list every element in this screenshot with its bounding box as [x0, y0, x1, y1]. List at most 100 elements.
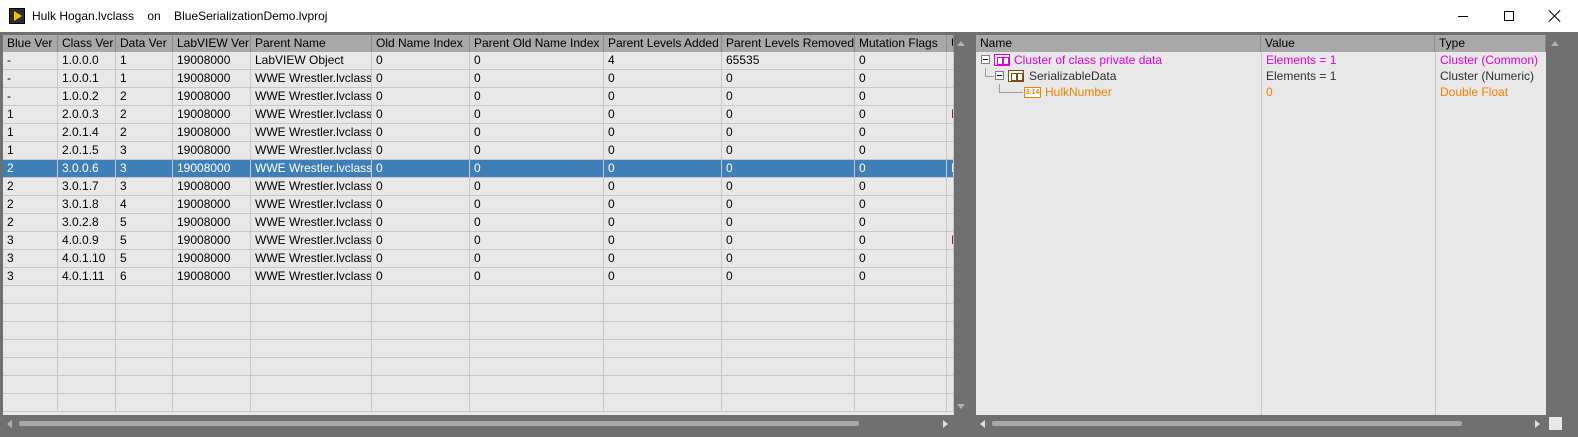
- column-header-blue-ver[interactable]: Blue Ver: [3, 35, 58, 52]
- scrollbar-thumb[interactable]: [992, 421, 1462, 426]
- empty-table-row[interactable]: [3, 376, 954, 394]
- cell-parent-levels-added: 4: [604, 52, 722, 70]
- column-header-value[interactable]: Value: [1261, 35, 1435, 52]
- tree-node-cluster-private-data[interactable]: Cluster of class private data Elements =…: [976, 52, 1546, 68]
- scroll-up-icon[interactable]: [957, 41, 965, 46]
- table-row[interactable]: 1 2.0.1.5 3 19008000 WWE Wrestler.lvclass 0 0 0…: [3, 142, 954, 160]
- scroll-left-icon[interactable]: [7, 420, 12, 428]
- table-row[interactable]: 2 3.0.2.8 5 19008000 WWE Wrestler.lvclass 0 0 0…: [3, 214, 954, 232]
- empty-table-row[interactable]: [3, 358, 954, 376]
- cell-parent-levels-removed: 0: [722, 232, 855, 250]
- scroll-up-icon[interactable]: [1551, 41, 1559, 46]
- cell-parent-name: WWE Wrestler.lvclass: [251, 250, 372, 268]
- table-row[interactable]: 3 4.0.1.11 6 19008000 WWE Wrestler.lvclass 0 0…: [3, 268, 954, 286]
- cell-data-ver: 5: [116, 214, 173, 232]
- column-header-old-name-index[interactable]: Old Name Index: [372, 35, 470, 52]
- column-header-u[interactable]: U: [947, 35, 954, 52]
- cell-data-ver: 6: [116, 268, 173, 286]
- column-header-name[interactable]: Name: [976, 35, 1261, 52]
- cell-parent-levels-added: 0: [604, 160, 722, 178]
- cell-parent-levels-removed: 0: [722, 214, 855, 232]
- empty-cell: [855, 322, 947, 340]
- node-type: Cluster (Common): [1440, 53, 1539, 67]
- column-header-labview-ver[interactable]: LabVIEW Ver: [173, 35, 251, 52]
- cell-class-ver: 1.0.0.1: [58, 70, 116, 88]
- empty-table-row[interactable]: [3, 304, 954, 322]
- version-history-table[interactable]: Blue Ver Class Ver Data Ver LabVIEW Ver Pare…: [3, 35, 954, 415]
- cell-parent-old-name-index: 0: [470, 52, 604, 70]
- table-header: Blue Ver Class Ver Data Ver LabVIEW Ver Pare…: [3, 35, 954, 52]
- cell-class-ver: 2.0.1.5: [58, 142, 116, 160]
- cell-labview-ver: 19008000: [173, 250, 251, 268]
- empty-cell: [722, 394, 855, 412]
- table-row[interactable]: -1.0.0.1 1 19008000 WWE Wrestler.lvclass 0 0 0…: [3, 70, 954, 88]
- table-row[interactable]: 2 3.0.0.6 3 19008000 WWE Wrestler.lvclass 0 0 0…: [3, 160, 954, 178]
- column-header-parent-name[interactable]: Parent Name: [251, 35, 372, 52]
- cell-parent-old-name-index: 0: [470, 106, 604, 124]
- empty-cell: [251, 358, 372, 376]
- cell-parent-name: WWE Wrestler.lvclass: [251, 196, 372, 214]
- cell-parent-name: WWE Wrestler.lvclass: [251, 232, 372, 250]
- cell-parent-name: WWE Wrestler.lvclass: [251, 70, 372, 88]
- scroll-right-icon[interactable]: [943, 420, 948, 428]
- cell-blue-ver: 1: [3, 142, 58, 160]
- column-header-class-ver[interactable]: Class Ver: [58, 35, 116, 52]
- tree-node-serializable-data[interactable]: SerializableData Elements = 1 Cluster (N…: [976, 68, 1546, 84]
- empty-cell: [604, 394, 722, 412]
- cell-old-name-index: 0: [372, 142, 470, 160]
- collapse-icon[interactable]: [995, 71, 1004, 80]
- cell-parent-levels-removed: 0: [722, 196, 855, 214]
- empty-table-row[interactable]: [3, 394, 954, 412]
- column-header-mutation-flags[interactable]: Mutation Flags: [855, 35, 947, 52]
- table-row[interactable]: 3 4.0.0.9 5 19008000 WWE Wrestler.lvclass 0 0 0…: [3, 232, 954, 250]
- empty-cell: [3, 340, 58, 358]
- empty-table-row[interactable]: [3, 286, 954, 304]
- cell-labview-ver: 19008000: [173, 214, 251, 232]
- table-row[interactable]: 1 2.0.0.3 2 19008000 WWE Wrestler.lvclass 0 0 0…: [3, 106, 954, 124]
- cell-blue-ver: 1: [3, 124, 58, 142]
- cell-old-name-index: 0: [372, 178, 470, 196]
- table-row[interactable]: 3 4.0.1.10 5 19008000 WWE Wrestler.lvclass 0 0…: [3, 250, 954, 268]
- scroll-left-icon[interactable]: [980, 420, 985, 428]
- cell-blue-ver: 1: [3, 106, 58, 124]
- tree-horizontal-scrollbar[interactable]: [976, 416, 1546, 431]
- cell-class-ver: 2.0.1.4: [58, 124, 116, 142]
- tree-vertical-scrollbar[interactable]: [1548, 35, 1563, 415]
- table-row[interactable]: 1 2.0.1.4 2 19008000 WWE Wrestler.lvclass 0 0 0…: [3, 124, 954, 142]
- cell-data-ver: 1: [116, 70, 173, 88]
- table-row[interactable]: 2 3.0.1.7 3 19008000 WWE Wrestler.lvclass 0 0 0…: [3, 178, 954, 196]
- tree-node-hulk-number[interactable]: 3.14 HulkNumber 0 Double Float: [976, 84, 1546, 100]
- empty-cell: [372, 376, 470, 394]
- cell-labview-ver: 19008000: [173, 196, 251, 214]
- collapse-icon[interactable]: [981, 55, 990, 64]
- close-button[interactable]: [1532, 0, 1578, 32]
- table-row[interactable]: -1.0.0.2 2 19008000 WWE Wrestler.lvclass 0 0 0…: [3, 88, 954, 106]
- column-header-type[interactable]: Type: [1435, 35, 1546, 52]
- empty-cell: [251, 304, 372, 322]
- maximize-button[interactable]: [1486, 0, 1532, 32]
- scroll-right-icon[interactable]: [1535, 420, 1540, 428]
- empty-cell: [470, 340, 604, 358]
- table-row[interactable]: -1.0.0.0 1 19008000 LabVIEW Object 0 0 4 65535 0: [3, 52, 954, 70]
- cell-u: [947, 214, 954, 232]
- cell-parent-levels-removed: 0: [722, 160, 855, 178]
- column-header-parent-levels-added[interactable]: Parent Levels Added: [604, 35, 722, 52]
- vertical-scrollbar[interactable]: [954, 35, 969, 415]
- minimize-button[interactable]: [1440, 0, 1486, 32]
- empty-cell: [855, 286, 947, 304]
- empty-table-row[interactable]: [3, 340, 954, 358]
- scroll-down-icon[interactable]: [957, 404, 965, 409]
- empty-cell: [855, 358, 947, 376]
- private-data-tree[interactable]: Name Value Type Cluster of class private…: [976, 35, 1546, 415]
- cell-parent-old-name-index: 0: [470, 160, 604, 178]
- column-header-parent-old-name-index[interactable]: Parent Old Name Index: [470, 35, 604, 52]
- scrollbar-thumb[interactable]: [19, 421, 859, 426]
- column-header-data-ver[interactable]: Data Ver: [116, 35, 173, 52]
- column-header-parent-levels-removed[interactable]: Parent Levels Removed: [722, 35, 855, 52]
- cell-blue-ver: 2: [3, 196, 58, 214]
- tree-connector: [999, 92, 1023, 93]
- empty-table-row[interactable]: [3, 322, 954, 340]
- horizontal-scrollbar[interactable]: [3, 416, 954, 431]
- table-row[interactable]: 2 3.0.1.8 4 19008000 WWE Wrestler.lvclass 0 0 0…: [3, 196, 954, 214]
- cell-mutation-flags: 0: [855, 214, 947, 232]
